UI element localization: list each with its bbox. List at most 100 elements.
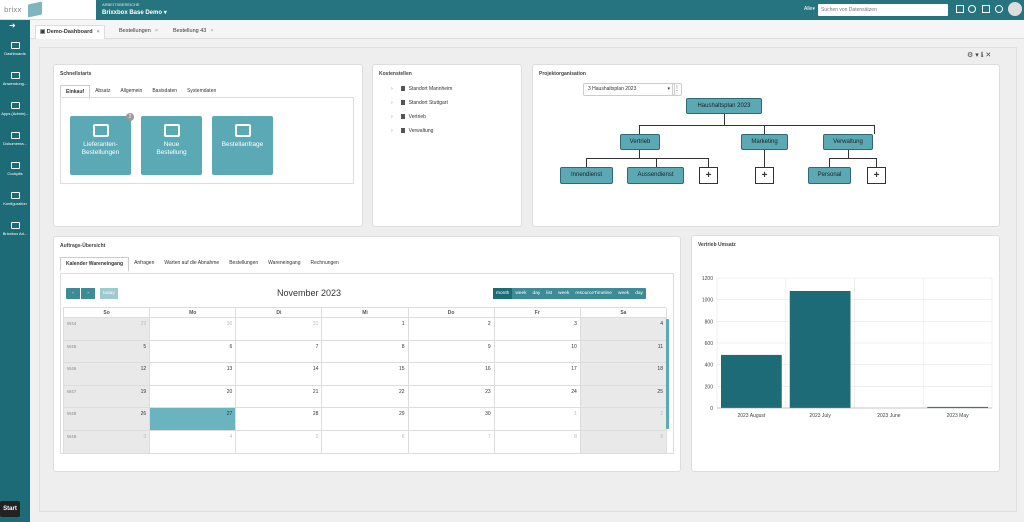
tab-anfragen[interactable]: Anfragen (129, 257, 159, 272)
calendar-day[interactable]: 12 W46 (64, 363, 151, 386)
tab-demo-dashboard[interactable]: ▣ Demo-Dashboard × (35, 25, 105, 39)
calendar-day[interactable]: 27 (150, 408, 237, 431)
tree-item[interactable]: › Vertrieb (391, 114, 426, 120)
calendar-day[interactable]: 4 (150, 431, 237, 454)
add-node-button[interactable]: + (755, 167, 774, 184)
chevron-right-icon[interactable]: › (391, 86, 393, 92)
calendar-day[interactable]: 3 (494, 318, 581, 341)
tab-bestellung-43[interactable]: Bestellung 43 × (169, 25, 218, 39)
calendar-day[interactable]: 31 (236, 318, 323, 341)
chevron-right-icon[interactable]: › (391, 114, 393, 120)
calendar-day[interactable]: 7 (236, 340, 323, 364)
calendar-day[interactable]: 1 (494, 408, 581, 431)
collapse-arrow-icon[interactable]: ➜ (9, 21, 16, 30)
avatar[interactable] (1008, 2, 1022, 16)
sidebar-item-apps[interactable]: Apps (Admin)... (0, 96, 30, 126)
close-icon[interactable]: × (97, 29, 100, 35)
tab-warten-auf-die-abnahme[interactable]: Warten auf die Abnahme (159, 257, 224, 272)
calendar-day[interactable]: 17 (494, 363, 581, 386)
start-button[interactable]: Start (0, 501, 20, 517)
chevron-right-icon[interactable]: › (391, 100, 393, 106)
tab-bestellungen[interactable]: Bestellungen (224, 257, 263, 272)
calendar-day[interactable]: 10 (494, 340, 581, 364)
tab-wareneingang[interactable]: Wareneingang (263, 257, 305, 272)
calendar-day[interactable]: 3 W49 (64, 431, 151, 454)
org-node-personal[interactable]: Personal (808, 167, 851, 184)
org-node-aussendienst[interactable]: Aussendienst (627, 167, 684, 184)
scrollbar[interactable] (666, 319, 669, 429)
tab-bestellungen[interactable]: Bestellungen × (115, 25, 162, 39)
org-node-marketing[interactable]: Marketing (741, 134, 788, 150)
calendar-day[interactable]: 13 (150, 363, 237, 386)
close-icon[interactable]: × (155, 28, 158, 34)
calendar-day[interactable]: 7 (408, 431, 495, 454)
calendar-day[interactable]: 11 (580, 340, 667, 364)
calendar-day[interactable]: 16 (408, 363, 495, 386)
calendar-day[interactable]: 2 (580, 408, 667, 431)
settings-icon[interactable]: ⚙ (967, 52, 973, 59)
calendar-day[interactable]: 1 (322, 318, 409, 341)
view-list-button[interactable]: list (543, 288, 555, 299)
home-icon[interactable] (982, 5, 990, 13)
sidebar-item-dashboards[interactable]: Dashboards (0, 36, 30, 66)
tree-item[interactable]: › Standort Stuttgart (391, 100, 448, 106)
view-week-button[interactable]: week (615, 288, 632, 299)
search-input[interactable] (818, 4, 948, 16)
logout-icon[interactable] (995, 5, 1003, 13)
view-day-button[interactable]: day (530, 288, 544, 299)
tree-item[interactable]: › Verwaltung (391, 128, 433, 134)
org-node-verwaltung[interactable]: Verwaltung (823, 134, 873, 150)
calendar-day[interactable]: 5 (236, 431, 323, 454)
calendar-day[interactable]: 25 (580, 385, 667, 409)
calendar-day[interactable]: 18 (580, 363, 667, 386)
view-month-button[interactable]: month (493, 288, 513, 299)
org-node-innendienst[interactable]: Innendienst (560, 167, 613, 184)
tree-item[interactable]: › Standort Mannheim (391, 86, 452, 92)
calendar-day[interactable]: 30 (150, 318, 237, 341)
more-options-icon[interactable]: ⋮ (672, 83, 682, 96)
org-node-vertrieb[interactable]: Vertrieb (620, 134, 660, 150)
close-icon[interactable]: × (210, 28, 213, 34)
calendar-day[interactable]: 8 (494, 431, 581, 454)
sidebar-item-brixxbox-admin[interactable]: Brixxbox Ad... (0, 216, 30, 246)
view-resource-timeline-button[interactable]: resourceTimeline (572, 288, 615, 299)
calendar-day[interactable]: 20 (150, 385, 237, 409)
view-day-button[interactable]: day (632, 288, 646, 299)
sidebar-item-cockpits[interactable]: Cockpits (0, 156, 30, 186)
calendar-day[interactable]: 4 (580, 318, 667, 341)
calendar-day[interactable]: 2 (408, 318, 495, 341)
next-button[interactable]: › (81, 288, 95, 299)
calendar-day[interactable]: 9 (580, 431, 667, 454)
calendar-day[interactable]: 6 (322, 431, 409, 454)
tile-neue-bestellung[interactable]: Neue Bestellung (141, 116, 202, 175)
help-icon[interactable] (968, 5, 976, 13)
calendar-day[interactable]: 26 W48 (64, 408, 151, 431)
tile-lieferanten-bestellungen[interactable]: Lieferanten- Bestellungen 2 (70, 113, 134, 175)
calendar-day[interactable]: 6 (150, 340, 237, 364)
prev-button[interactable]: ‹ (66, 288, 80, 299)
close-icon[interactable]: ✕ (985, 52, 991, 59)
tab-rechnungen[interactable]: Rechnungen (305, 257, 343, 272)
calendar-day[interactable]: 19 W47 (64, 385, 151, 409)
org-node-root[interactable]: Haushaltsplan 2023 (686, 98, 762, 114)
calendar-day[interactable]: 29 (322, 408, 409, 431)
calendar-day[interactable]: 9 (408, 340, 495, 364)
add-node-button[interactable]: + (699, 167, 718, 184)
view-week-button[interactable]: week (512, 288, 529, 299)
search-scope-select[interactable]: Alle▾ (804, 6, 815, 12)
tab-kalender-wareneingang[interactable]: Kalender Wareneingang (60, 257, 130, 272)
info-icon[interactable]: ℹ (981, 52, 984, 59)
plan-select[interactable]: 3 Haushaltsplan 2023 ▾ (583, 83, 675, 96)
calendar-day[interactable]: 14 (236, 363, 323, 386)
sidebar-item-dokumenta[interactable]: Dokumenta... (0, 126, 30, 156)
chevron-down-icon[interactable]: ▾ (975, 52, 979, 59)
calendar-day[interactable]: 28 (236, 408, 323, 431)
today-button[interactable]: today (100, 288, 118, 299)
calendar-day[interactable]: 8 (322, 340, 409, 364)
view-week-button[interactable]: week (555, 288, 572, 299)
calendar-day[interactable]: 21 (236, 385, 323, 409)
calendar-day[interactable]: 22 (322, 385, 409, 409)
calendar-day[interactable]: 29 W44 (64, 318, 151, 341)
tile-bestellanfrage[interactable]: Bestellanfrage (212, 116, 273, 175)
calendar-day[interactable]: 23 (408, 385, 495, 409)
